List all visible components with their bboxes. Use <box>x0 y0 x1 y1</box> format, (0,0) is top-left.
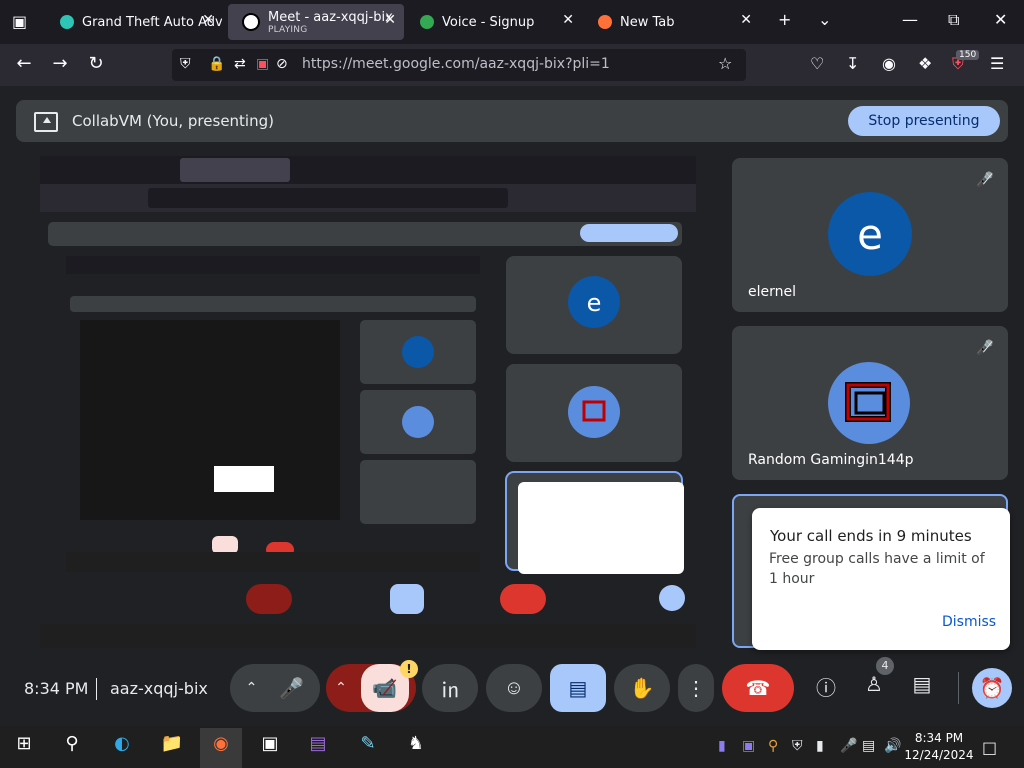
raise-hand-icon[interactable]: ✋ <box>614 664 670 712</box>
game-icon[interactable]: ♞ <box>400 733 432 754</box>
mic-muted-icon: 🎤̸ <box>976 172 994 188</box>
present-screen-icon <box>34 112 58 132</box>
divider <box>958 672 959 704</box>
close-tab-icon[interactable]: ✕ <box>740 12 752 28</box>
autoplay-blocked-icon[interactable]: ⊘ <box>276 56 288 72</box>
reload-icon[interactable]: ↻ <box>84 53 108 74</box>
account-icon[interactable]: ◉ <box>882 54 896 73</box>
more-options-icon[interactable]: ⋮ <box>678 664 714 712</box>
divider <box>96 678 97 700</box>
bookmark-star-icon[interactable]: ☆ <box>718 54 732 73</box>
firefox-icon[interactable]: ◉ <box>205 733 237 754</box>
leave-call-button[interactable]: ☎ <box>722 664 794 712</box>
avatar-random-gamingin144p <box>828 362 910 444</box>
tray-mic-icon[interactable]: 🎤 <box>840 738 857 754</box>
present-now-icon[interactable]: ▤ <box>550 664 606 712</box>
avatar-elernel: e <box>828 192 912 276</box>
7zip-icon[interactable]: ▣ <box>254 733 286 754</box>
tab-voice[interactable]: Voice - Signup ✕ <box>406 4 582 40</box>
restore-icon[interactable]: ⧉ <box>948 10 959 30</box>
forward-arrow-icon[interactable]: → <box>48 53 72 74</box>
tray-usb-icon[interactable]: ▮ <box>816 738 824 754</box>
clock-time: 8:34 PM <box>914 731 964 745</box>
tab-meet[interactable]: Meet - aaz-xqqj-bix PLAYING ✕ <box>228 4 404 40</box>
pixel-art-avatar-image <box>845 382 891 422</box>
tray-app-icon[interactable]: ▣ <box>742 738 755 754</box>
people-count-badge: 4 <box>876 657 894 675</box>
lock-icon[interactable]: 🔒 <box>208 56 225 72</box>
tab-new-tab[interactable]: New Tab ✕ <box>584 4 760 40</box>
presenting-title: CollabVM (You, presenting) <box>72 112 274 130</box>
tab-list-icon[interactable]: ▣ <box>12 12 27 31</box>
svg-text:e: e <box>587 289 602 317</box>
audio-options-chevron-icon[interactable]: ⌃ <box>246 680 258 696</box>
downloads-icon[interactable]: ↧ <box>846 54 859 73</box>
close-window-icon[interactable]: ✕ <box>994 10 1007 29</box>
screen-share-preview: e <box>40 156 696 648</box>
microphone-icon[interactable]: 🎤 <box>279 676 304 700</box>
search-icon[interactable]: ⚲ <box>56 733 88 754</box>
voice-favicon-icon <box>420 15 434 29</box>
winrar-icon[interactable]: ▤ <box>302 733 334 754</box>
extensions-icon[interactable]: ❖ <box>918 54 932 73</box>
extension-badge: 150 <box>956 50 980 60</box>
camera-warning-badge: ! <box>400 660 418 678</box>
meet-favicon-icon <box>242 13 260 31</box>
meeting-time: 8:34 PM <box>24 679 89 698</box>
microphone-control: ⌃ 🎤 <box>230 664 320 712</box>
windows-start-icon[interactable]: ⊞ <box>8 733 40 754</box>
video-options-chevron-icon[interactable]: ⌃ <box>335 680 347 696</box>
back-arrow-icon[interactable]: ← <box>12 53 36 74</box>
participant-name: Random Gamingin144p <box>748 452 914 468</box>
close-tab-icon[interactable]: ✕ <box>384 12 396 28</box>
tray-key-icon[interactable]: ⚲ <box>768 738 778 754</box>
mic-muted-icon: 🎤̸ <box>976 340 994 356</box>
pocket-icon[interactable]: ♡ <box>810 54 824 73</box>
screen-share-indicator-icon[interactable]: ▣ <box>256 56 269 72</box>
file-explorer-icon[interactable]: 📁 <box>156 733 188 754</box>
tab-gta[interactable]: Grand Theft Auto Adve ✕ <box>46 4 222 40</box>
minimize-icon[interactable]: — <box>902 10 918 29</box>
participant-name: elernel <box>748 284 797 300</box>
volume-icon[interactable]: 🔊 <box>884 738 901 754</box>
tray-shield-icon[interactable]: ⛨ <box>792 738 803 754</box>
screen-share-recursive-image: e <box>40 156 696 648</box>
edge-browser-icon[interactable]: ◐ <box>106 733 138 754</box>
firefox-favicon-icon <box>598 15 612 29</box>
permissions-icon[interactable]: ⇄ <box>234 56 246 72</box>
notifications-icon[interactable]: □ <box>982 738 997 757</box>
meeting-info-icon[interactable]: ⓘ <box>810 672 842 701</box>
clock-date: 12/24/2024 <box>904 748 974 762</box>
chat-icon[interactable]: ▤ <box>906 672 938 696</box>
taskbar-clock[interactable]: 8:34 PM 12/24/2024 <box>904 730 974 764</box>
network-icon[interactable]: ▤ <box>862 738 875 754</box>
list-tabs-chevron-icon[interactable]: ⌄ <box>818 10 831 29</box>
emoji-reaction-icon[interactable]: ☺ <box>486 664 542 712</box>
stop-presenting-button[interactable]: Stop presenting <box>848 106 1000 136</box>
new-tab-plus-icon[interactable]: + <box>778 10 791 29</box>
activities-timer-icon[interactable]: ⏰ <box>972 668 1012 708</box>
captions-cc-icon[interactable]: ㏌ <box>422 664 478 712</box>
menu-hamburger-icon[interactable]: ☰ <box>990 54 1004 73</box>
tracking-shield-icon[interactable]: ⛨ <box>180 56 191 72</box>
popup-title: Your call ends in 9 minutes <box>770 527 972 545</box>
gta-favicon-icon <box>60 15 74 29</box>
close-tab-icon[interactable]: ✕ <box>202 12 214 28</box>
popup-body: Free group calls have a limit of 1 hour <box>769 551 985 587</box>
tray-app-icon[interactable]: ▮ <box>718 738 726 754</box>
dismiss-button[interactable]: Dismiss <box>942 614 996 630</box>
notepad-icon[interactable]: ✎ <box>352 733 384 754</box>
url-text[interactable]: https://meet.google.com/aaz-xqqj-bix?pli… <box>302 56 610 72</box>
close-tab-icon[interactable]: ✕ <box>562 12 574 28</box>
meeting-code: aaz-xqqj-bix <box>110 679 208 698</box>
people-icon[interactable]: ♙ <box>858 672 890 696</box>
